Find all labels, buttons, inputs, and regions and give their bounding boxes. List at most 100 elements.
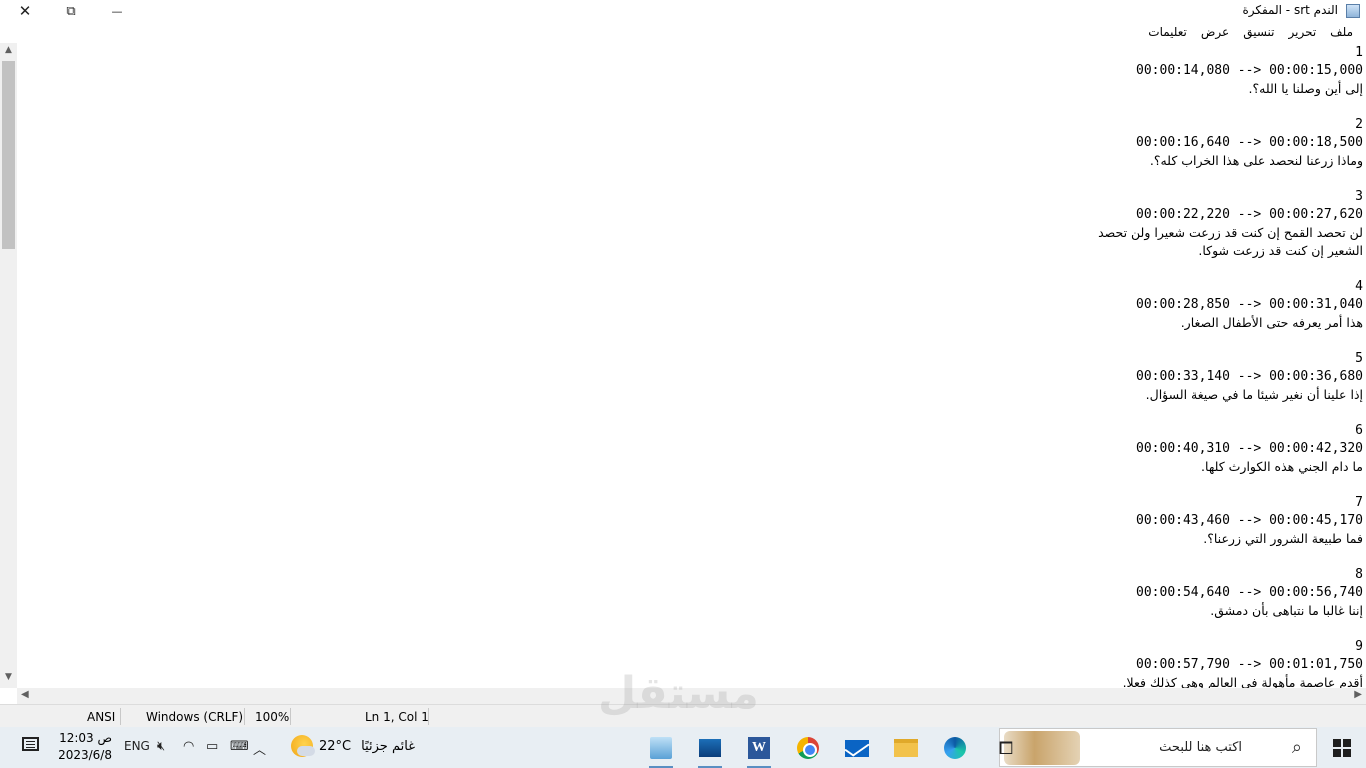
start-button[interactable] — [1318, 727, 1366, 768]
volume-muted-icon[interactable]: 🔇︎ — [157, 739, 165, 754]
subtitle-text: أقدم عاصمة مأهولة في العالم وهي كذلك فعل… — [1122, 675, 1363, 688]
subtitle-index: 6 — [1355, 423, 1363, 438]
vertical-scrollbar[interactable]: ▲ ▼ — [0, 43, 17, 688]
subtitle-index: 3 — [1355, 189, 1363, 204]
search-placeholder: اكتب هنا للبحث — [1159, 740, 1242, 755]
photos-icon — [699, 739, 721, 757]
status-encoding: ANSI — [87, 710, 116, 724]
action-center-button[interactable] — [22, 737, 42, 755]
subtitle-index: 9 — [1355, 639, 1363, 654]
subtitle-entry: 8 00:00:54,640 --> 00:00:56,740 إننا غال… — [1103, 566, 1363, 620]
window-title: الندم srt - المفكرة — [1242, 3, 1338, 17]
taskbar-mail[interactable] — [841, 732, 873, 764]
menu-edit[interactable]: تحرير — [1282, 22, 1324, 43]
subtitle-text: ما دام الجني هذه الكوارث كلها. — [1201, 459, 1363, 474]
show-hidden-icons-button[interactable]: ︿ — [253, 739, 266, 758]
subtitle-time: 00:00:40,310 --> 00:00:42,320 — [1136, 441, 1363, 456]
subtitle-entry: 2 00:00:16,640 --> 00:00:18,500 وماذا زر… — [1103, 116, 1363, 170]
weather-condition: غائم جزئيًا — [361, 738, 415, 754]
taskbar-file-explorer[interactable] — [890, 732, 922, 764]
menu-bar: ملف تحرير تنسيق عرض تعليمات — [0, 22, 1366, 43]
subtitle-text: هذا أمر يعرفه حتى الأطفال الصغار. — [1180, 315, 1363, 330]
subtitle-entry: 9 00:00:57,790 --> 00:01:01,750 أقدم عاص… — [1103, 638, 1363, 688]
status-zoom: 100% — [255, 710, 290, 724]
notepad-icon — [650, 737, 672, 759]
subtitle-index: 8 — [1355, 567, 1363, 582]
subtitle-time: 00:00:28,850 --> 00:00:31,040 — [1136, 297, 1363, 312]
editor[interactable]: ▲ ▼ 1 00:00:14,080 --> 00:00:15,000 إلى … — [0, 43, 1366, 704]
subtitle-text: الشعير إن كنت قد زرعت شوكا. — [1198, 243, 1363, 258]
subtitle-index: 4 — [1355, 279, 1363, 294]
meet-now-icon[interactable]: ⌨ — [230, 739, 249, 754]
subtitle-time: 00:00:43,460 --> 00:00:45,170 — [1136, 513, 1363, 528]
windows-start-icon — [1333, 738, 1351, 757]
scroll-left-icon[interactable]: ◀ — [21, 689, 29, 700]
taskbar-notepad[interactable] — [645, 732, 677, 768]
wifi-icon[interactable]: ◠ — [183, 739, 194, 754]
system-clock[interactable]: 12:03 ص 2023/6/8 — [56, 730, 112, 764]
status-divider — [428, 708, 429, 725]
minimize-button[interactable]: — — [94, 0, 140, 22]
subtitle-index: 1 — [1355, 45, 1363, 60]
close-icon: ✕ — [18, 2, 32, 20]
subtitle-time: 00:00:33,140 --> 00:00:36,680 — [1136, 369, 1363, 384]
scroll-down-icon[interactable]: ▼ — [0, 672, 17, 686]
taskbar-photos[interactable] — [694, 732, 726, 768]
scroll-thumb[interactable] — [2, 61, 15, 249]
weather-widget[interactable]: 22°C غائم جزئيًا — [291, 735, 415, 757]
status-divider — [244, 708, 245, 725]
menu-view[interactable]: عرض — [1194, 22, 1236, 43]
notification-icon — [22, 737, 39, 751]
taskbar-edge[interactable] — [939, 732, 971, 764]
subtitle-time: 00:00:54,640 --> 00:00:56,740 — [1136, 585, 1363, 600]
status-divider — [290, 708, 291, 725]
clock-date: 2023/6/8 — [58, 748, 112, 762]
maximize-button[interactable]: ⧉ — [48, 0, 94, 22]
scroll-right-icon[interactable]: ▶ — [1354, 689, 1362, 700]
subtitle-entry: 3 00:00:22,220 --> 00:00:27,620 لن تحصد … — [1098, 188, 1363, 260]
clock-time: 12:03 ص — [59, 731, 112, 745]
minimize-icon: — — [111, 4, 123, 18]
close-button[interactable]: ✕ — [2, 0, 48, 22]
subtitle-time: 00:00:57,790 --> 00:01:01,750 — [1136, 657, 1363, 672]
subtitle-text: إلى أين وصلنا يا الله؟. — [1248, 81, 1363, 96]
subtitle-entry: 6 00:00:40,310 --> 00:00:42,320 ما دام ا… — [1103, 422, 1363, 476]
taskbar-chrome[interactable] — [792, 732, 824, 764]
search-icon: ⌕ — [1291, 737, 1302, 758]
taskbar: ⌕ اكتب هنا للبحث ⧠ W 22°C غائم جزئيًا ︿ … — [0, 727, 1366, 768]
input-language[interactable]: ENG — [124, 739, 150, 753]
status-position: Ln 1, Col 1 — [365, 710, 429, 724]
subtitle-entry: 5 00:00:33,140 --> 00:00:36,680 إذا علين… — [1103, 350, 1363, 404]
menu-format[interactable]: تنسيق — [1236, 22, 1281, 43]
horizontal-scrollbar[interactable]: ◀ ▶ — [17, 688, 1366, 704]
mail-icon — [845, 739, 869, 757]
status-divider — [120, 708, 121, 725]
menu-file[interactable]: ملف — [1323, 22, 1360, 43]
weather-temperature: 22°C — [319, 738, 352, 754]
subtitle-entry: 4 00:00:28,850 --> 00:00:31,040 هذا أمر … — [1103, 278, 1363, 332]
text-area[interactable]: 1 00:00:14,080 --> 00:00:15,000 إلى أين … — [17, 43, 1366, 688]
taskbar-word[interactable]: W — [743, 732, 775, 768]
subtitle-time: 00:00:14,080 --> 00:00:15,000 — [1136, 63, 1363, 78]
status-line-ending: Windows (CRLF) — [146, 710, 244, 724]
subtitle-index: 5 — [1355, 351, 1363, 366]
status-bar: ANSI Windows (CRLF) 100% Ln 1, Col 1 — [0, 704, 1366, 727]
subtitle-index: 7 — [1355, 495, 1363, 510]
chrome-icon — [797, 737, 819, 759]
maximize-icon: ⧉ — [66, 3, 76, 19]
subtitle-time: 00:00:16,640 --> 00:00:18,500 — [1136, 135, 1363, 150]
subtitle-entry: 7 00:00:43,460 --> 00:00:45,170 فما طبيع… — [1103, 494, 1363, 548]
scroll-up-icon[interactable]: ▲ — [0, 45, 17, 59]
notepad-app-icon — [1346, 4, 1360, 18]
task-view-button[interactable]: ⧠ — [990, 732, 1022, 764]
subtitle-text: لن تحصد القمح إن كنت قد زرعت شعيرا ولن ت… — [1098, 225, 1363, 240]
menu-help[interactable]: تعليمات — [1141, 22, 1194, 43]
battery-icon[interactable]: ▭ — [206, 739, 218, 754]
partly-cloudy-icon — [291, 735, 315, 757]
word-icon: W — [748, 737, 770, 759]
title-bar: ✕ ⧉ — الندم srt - المفكرة — [0, 0, 1366, 22]
subtitle-text: إننا غالبا ما نتباهى بأن دمشق. — [1210, 603, 1363, 618]
subtitle-time: 00:00:22,220 --> 00:00:27,620 — [1136, 207, 1363, 222]
taskbar-search[interactable]: ⌕ اكتب هنا للبحث — [999, 728, 1317, 767]
edge-icon — [944, 737, 966, 759]
